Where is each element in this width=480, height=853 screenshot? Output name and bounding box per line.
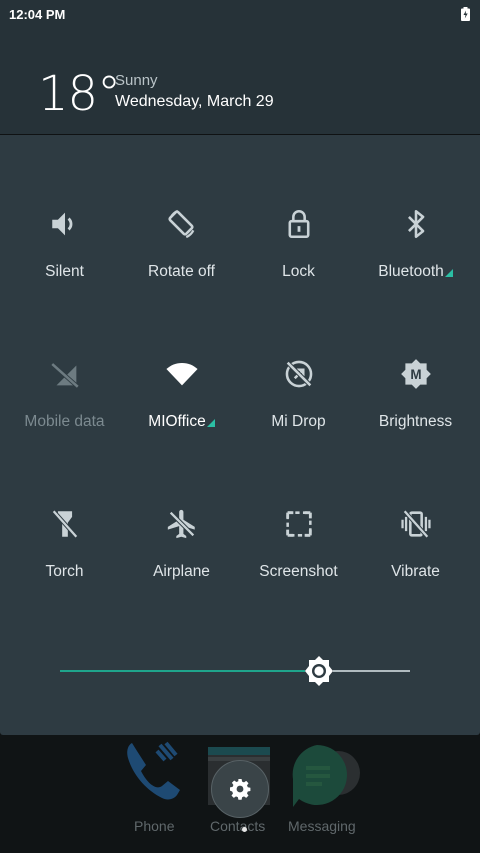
tile-wifi[interactable]: MIOffice [123, 357, 240, 487]
wifi-icon [165, 357, 199, 391]
volume-icon [48, 207, 82, 241]
messaging-icon [292, 745, 360, 807]
airplane-icon [165, 507, 199, 541]
tile-label: MIOffice [148, 413, 215, 431]
tile-label: Bluetooth [378, 263, 453, 281]
slider-track [333, 670, 410, 672]
rotate-icon [165, 207, 199, 241]
slider-track-active [60, 670, 305, 672]
vibrate-icon [399, 507, 433, 541]
brightness-slider[interactable] [60, 655, 410, 687]
gear-icon [230, 779, 251, 800]
expand-indicator[interactable] [444, 269, 453, 277]
dock-label: Phone [134, 818, 175, 834]
tile-vibrate[interactable]: Vibrate [357, 507, 474, 637]
tile-airplane[interactable]: Airplane [123, 507, 240, 637]
tile-label: Rotate off [148, 263, 215, 280]
dock-label: Messaging [288, 818, 356, 834]
tile-label: Mi Drop [271, 413, 326, 430]
status-bar: 12:04 PM [0, 0, 480, 28]
quick-settings-panel: Silent Rotate off Lock Bluetooth Mobile … [0, 135, 480, 735]
tile-brightness[interactable]: M Brightness [357, 357, 474, 487]
tile-label: Screenshot [259, 563, 338, 580]
weather-header[interactable]: 18° Sunny Wednesday, March 29 [0, 28, 480, 134]
tile-screenshot[interactable]: Screenshot [240, 507, 357, 637]
tile-label: Vibrate [391, 563, 440, 580]
expand-indicator[interactable] [206, 419, 215, 427]
tile-label: Silent [45, 263, 84, 280]
temperature: 18° [38, 66, 121, 122]
torch-icon [48, 507, 82, 541]
tile-torch[interactable]: Torch [6, 507, 123, 637]
weather-condition: Sunny [115, 72, 158, 89]
dock-messaging[interactable] [286, 743, 366, 818]
tile-label: Lock [282, 263, 315, 280]
dock-label: Contacts [210, 818, 266, 834]
dock-phone[interactable] [120, 735, 190, 815]
tile-bluetooth[interactable]: Bluetooth [357, 207, 474, 337]
svg-text:M: M [410, 367, 421, 382]
page-indicator [242, 827, 247, 832]
tile-rotate[interactable]: Rotate off [123, 207, 240, 337]
date-label: Wednesday, March 29 [115, 93, 274, 110]
mobile-data-off-icon [48, 357, 82, 391]
bluetooth-icon [399, 207, 433, 241]
screenshot-icon [282, 507, 316, 541]
tile-mi-drop[interactable]: Mi Drop [240, 357, 357, 487]
lock-icon [282, 207, 316, 241]
tile-mobile-data[interactable]: Mobile data [6, 357, 123, 487]
phone-icon [127, 741, 180, 800]
status-time: 12:04 PM [9, 6, 66, 22]
tile-silent[interactable]: Silent [6, 207, 123, 337]
brightness-thumb-icon[interactable] [303, 655, 335, 687]
battery-charging-icon [461, 7, 470, 21]
tile-label: Airplane [153, 563, 210, 580]
settings-button[interactable] [211, 760, 269, 818]
tile-lock[interactable]: Lock [240, 207, 357, 337]
tile-label: Brightness [378, 413, 453, 430]
tile-label: Torch [45, 563, 84, 580]
tile-label: Mobile data [24, 413, 105, 430]
mi-drop-icon [282, 357, 316, 391]
brightness-auto-icon: M [399, 357, 433, 391]
